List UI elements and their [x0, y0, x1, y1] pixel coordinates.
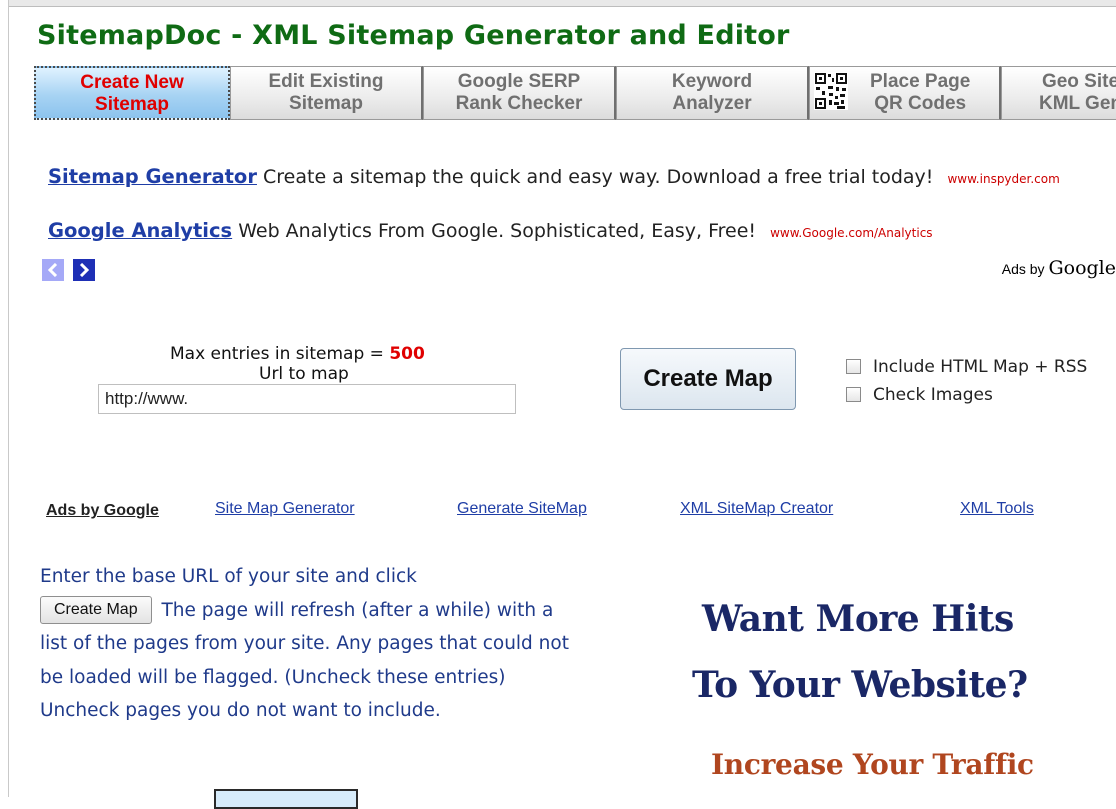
top-border [0, 0, 1116, 7]
ad-url[interactable]: www.inspyder.com [947, 172, 1059, 186]
instructions-part1: Enter the base URL of your site and clic… [40, 566, 417, 587]
tab-label-line2: Sitemap [289, 93, 363, 114]
tab-bar: Create New Sitemap Edit Existing Sitemap… [34, 66, 1116, 122]
tab-label-line2: Rank Checker [455, 93, 583, 114]
ad-title-link[interactable]: Google Analytics [48, 219, 232, 242]
check-images-option[interactable]: Check Images [846, 385, 993, 407]
inline-create-map-button[interactable]: Create Map [40, 595, 152, 624]
tab-edit-existing-sitemap[interactable]: Edit Existing Sitemap [230, 66, 423, 120]
tab-create-new-sitemap[interactable]: Create New Sitemap [34, 66, 230, 120]
tab-label-line2: KML Gen [1038, 93, 1116, 114]
tab-google-serp-rank-checker[interactable]: Google SERP Rank Checker [423, 66, 616, 120]
check-images-label: Check Images [873, 385, 993, 405]
ad-pagination [42, 259, 99, 281]
tab-label-line1: Geo Site [1041, 71, 1116, 92]
banner-headline-1: Want More Hits [702, 598, 1014, 640]
url-label: Url to map [259, 364, 349, 384]
ads-by-prefix: Ads by [1001, 261, 1045, 277]
url-input[interactable] [98, 384, 516, 414]
ads-by-google-label[interactable]: Ads by Google [1002, 257, 1116, 279]
page-title: SitemapDoc - XML Sitemap Generator and E… [37, 20, 790, 51]
ad-text: Web Analytics From Google. Sophisticated… [238, 220, 757, 242]
tab-geo-site-kml-gen[interactable]: Geo Site KML Gen [1001, 66, 1116, 120]
tab-label-line1: Place Page [870, 71, 971, 92]
tab-label-line2: Sitemap [95, 94, 169, 115]
ad-link-xml-sitemap-creator[interactable]: XML SiteMap Creator [680, 500, 833, 518]
tab-label-line2: Analyzer [672, 93, 752, 114]
ad-link-xml-tools[interactable]: XML Tools [960, 500, 1034, 518]
max-entries-value: 500 [389, 344, 425, 364]
qr-code-icon [814, 72, 848, 110]
ad-links-bar: Ads by Google Site Map Generator Generat… [0, 500, 1116, 524]
tab-label-line1: Edit Existing [268, 71, 384, 92]
tab-label-line1: Keyword [671, 71, 753, 92]
ad-link-site-map-generator[interactable]: Site Map Generator [215, 500, 355, 518]
chevron-right-icon [80, 263, 90, 277]
tab-label-line1: Create New [80, 72, 184, 93]
ad-url[interactable]: www.Google.com/Analytics [770, 226, 932, 240]
include-html-map-option[interactable]: Include HTML Map + RSS [846, 357, 1087, 379]
ad-title-link[interactable]: Sitemap Generator [48, 165, 257, 188]
tab-place-page-qr-codes[interactable]: Place Page QR Codes [809, 66, 1001, 120]
bottom-submit-button[interactable] [214, 789, 358, 809]
tab-label-group: Place Page QR Codes [870, 71, 970, 115]
banner-subheadline: Increase Your Traffic [711, 748, 1034, 781]
chevron-left-icon [47, 263, 58, 277]
check-images-checkbox[interactable] [846, 387, 861, 402]
ad-text: Create a sitemap the quick and easy way.… [263, 166, 934, 188]
ads-by-google-link[interactable]: Ads by Google [46, 502, 159, 520]
ad-link-generate-sitemap[interactable]: Generate SiteMap [457, 500, 587, 518]
banner-headline-2: To Your Website? [692, 664, 1028, 706]
ad-prev-button[interactable] [42, 259, 64, 281]
include-html-map-checkbox[interactable] [846, 359, 861, 374]
tab-label-line1: Google SERP [457, 71, 581, 92]
google-brand: Google [1048, 257, 1116, 279]
tab-keyword-analyzer[interactable]: Keyword Analyzer [616, 66, 809, 120]
include-html-map-label: Include HTML Map + RSS [873, 357, 1088, 377]
instructions-text: Enter the base URL of your site and clic… [40, 560, 580, 728]
left-border [0, 0, 9, 797]
ad-next-button[interactable] [73, 259, 96, 281]
text-ad-2: Google Analytics Web Analytics From Goog… [48, 219, 933, 242]
tab-label-line2: QR Codes [874, 93, 967, 114]
create-map-button[interactable]: Create Map [620, 348, 796, 410]
text-ad-1: Sitemap Generator Create a sitemap the q… [48, 165, 1060, 188]
max-entries-label: Max entries in sitemap = 500 [170, 344, 425, 364]
max-entries-text: Max entries in sitemap = [170, 344, 384, 364]
